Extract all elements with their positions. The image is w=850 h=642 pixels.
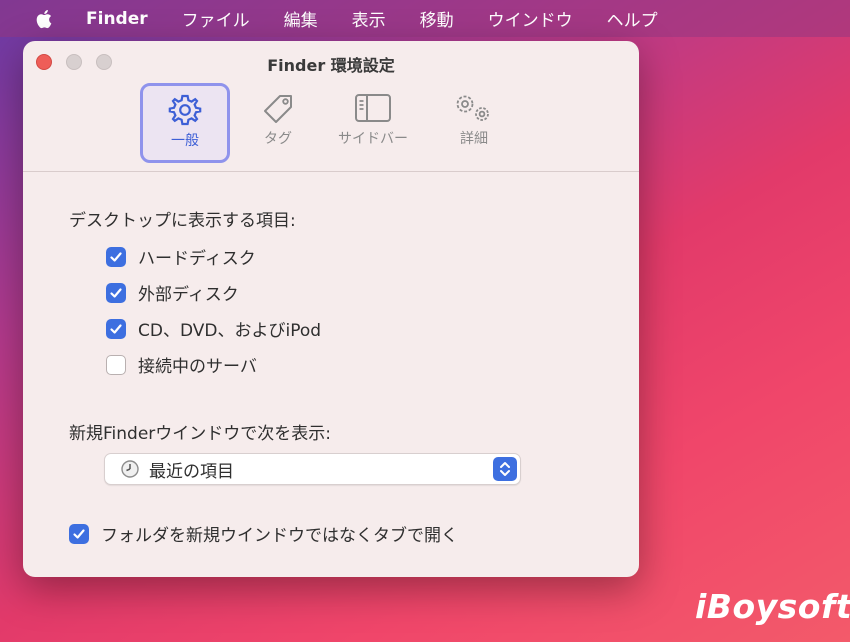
tab-tags-label: タグ — [264, 131, 292, 147]
menu-help[interactable]: ヘルプ — [607, 6, 658, 31]
desktop-items-label: デスクトップに表示する項目: — [69, 211, 296, 231]
gears-icon — [456, 95, 489, 121]
checkbox-row-external-disks[interactable]: 外部ディスク — [106, 280, 239, 305]
menu-edit[interactable]: 編集 — [284, 6, 318, 31]
external-disks-checkbox[interactable] — [106, 282, 126, 303]
checkmark-icon — [110, 287, 122, 298]
hard-disks-checkbox[interactable] — [106, 246, 126, 267]
connected-servers-checkbox[interactable] — [106, 354, 126, 375]
window-title: Finder 環境設定 — [267, 56, 395, 75]
checkmark-icon — [73, 528, 85, 539]
new-window-target-value: 最近の項目 — [149, 461, 234, 482]
open-in-tabs-label: フォルダを新規ウインドウではなくタブで開く — [101, 526, 458, 546]
external-disks-label: 外部ディスク — [138, 285, 239, 305]
menu-window[interactable]: ウインドウ — [488, 6, 573, 31]
connected-servers-label: 接続中のサーバ — [138, 357, 257, 377]
new-window-target-select[interactable]: 最近の項目 — [104, 453, 521, 485]
sidebar-icon — [355, 94, 391, 122]
tab-general-label: 一般 — [171, 133, 199, 149]
menu-view[interactable]: 表示 — [352, 6, 386, 31]
new-window-label: 新規Finderウインドウで次を表示: — [69, 424, 332, 444]
tab-general[interactable]: 一般 — [140, 83, 230, 163]
gear-icon — [168, 94, 202, 126]
open-in-tabs-checkbox[interactable] — [69, 523, 89, 544]
cds-dvds-ipods-label: CD、DVD、およびiPod — [138, 321, 322, 341]
title-bar: Finder 環境設定 — [23, 41, 639, 83]
tab-advanced-label: 詳細 — [460, 131, 488, 147]
tab-sidebar-label: サイドバー — [338, 131, 408, 147]
chevron-up-down-icon — [500, 462, 510, 476]
menu-file[interactable]: ファイル — [182, 6, 250, 31]
tag-icon — [264, 95, 292, 123]
tab-tags[interactable]: タグ — [233, 83, 323, 163]
checkbox-row-hard-disks[interactable]: ハードディスク — [106, 244, 256, 269]
clock-icon — [121, 460, 139, 478]
checkbox-row-open-in-tabs[interactable]: フォルダを新規ウインドウではなくタブで開く — [69, 521, 458, 546]
checkmark-icon — [110, 323, 122, 334]
checkbox-row-cds-dvds-ipods[interactable]: CD、DVD、およびiPod — [106, 316, 321, 341]
select-stepper[interactable] — [493, 457, 517, 481]
checkbox-row-connected-servers[interactable]: 接続中のサーバ — [106, 352, 257, 377]
menu-finder[interactable]: Finder — [86, 9, 148, 29]
checkmark-icon — [110, 251, 122, 262]
cds-dvds-ipods-checkbox[interactable] — [106, 318, 126, 339]
menu-go[interactable]: 移動 — [420, 6, 454, 31]
preferences-toolbar: 一般 タグ サイドバー 詳細 — [23, 83, 639, 172]
iboysoft-watermark: iBoysoft — [695, 587, 850, 626]
apple-icon[interactable] — [34, 8, 56, 30]
tab-advanced[interactable]: 詳細 — [429, 83, 519, 163]
finder-preferences-window: Finder 環境設定 一般 タグ サイドバー 詳細 デスクトップに表示する項目… — [23, 41, 639, 577]
menu-bar: Finder ファイル 編集 表示 移動 ウインドウ ヘルプ — [0, 0, 850, 37]
tab-sidebar[interactable]: サイドバー — [328, 83, 418, 163]
hard-disks-label: ハードディスク — [138, 249, 256, 269]
